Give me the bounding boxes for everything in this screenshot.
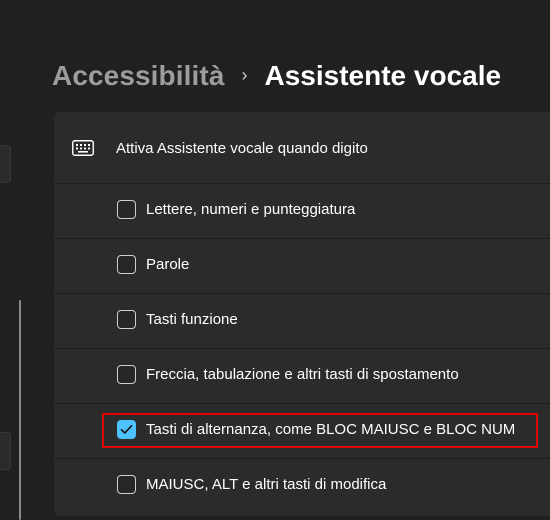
nav-scrollbar[interactable] xyxy=(19,300,21,520)
checkbox[interactable] xyxy=(117,365,136,384)
option-row[interactable]: MAIUSC, ALT e altri tasti di modifica xyxy=(54,458,550,514)
option-row[interactable]: Tasti funzione xyxy=(54,293,550,349)
breadcrumb: Accessibilità › Assistente vocale xyxy=(52,56,501,96)
option-label: MAIUSC, ALT e altri tasti di modifica xyxy=(146,476,387,493)
option-label: Parole xyxy=(146,256,190,273)
keyboard-icon xyxy=(72,140,94,156)
option-row[interactable]: Freccia, tabulazione e altri tasti di sp… xyxy=(54,348,550,404)
highlight-box xyxy=(102,413,538,448)
section-header[interactable]: Attiva Assistente vocale quando digito xyxy=(54,112,550,184)
checkbox[interactable] xyxy=(117,255,136,274)
option-label: Tasti funzione xyxy=(146,311,238,328)
option-row[interactable]: Parole xyxy=(54,238,550,294)
settings-card: Attiva Assistente vocale quando digito L… xyxy=(54,112,550,516)
nav-item-partial[interactable] xyxy=(0,432,11,470)
option-label: Freccia, tabulazione e altri tasti di sp… xyxy=(146,366,459,383)
nav-item-partial[interactable] xyxy=(0,145,11,183)
checkbox[interactable] xyxy=(117,475,136,494)
option-label: Lettere, numeri e punteggiatura xyxy=(146,201,356,218)
page-title: Assistente vocale xyxy=(264,60,502,91)
checkbox[interactable] xyxy=(117,310,136,329)
checkbox[interactable] xyxy=(117,200,136,219)
navigation-pane xyxy=(0,0,48,520)
option-row[interactable]: Lettere, numeri e punteggiatura xyxy=(54,183,550,239)
chevron-right-icon: › xyxy=(241,64,248,85)
breadcrumb-parent-link[interactable]: Accessibilità xyxy=(52,60,225,92)
section-title: Attiva Assistente vocale quando digito xyxy=(116,140,368,157)
